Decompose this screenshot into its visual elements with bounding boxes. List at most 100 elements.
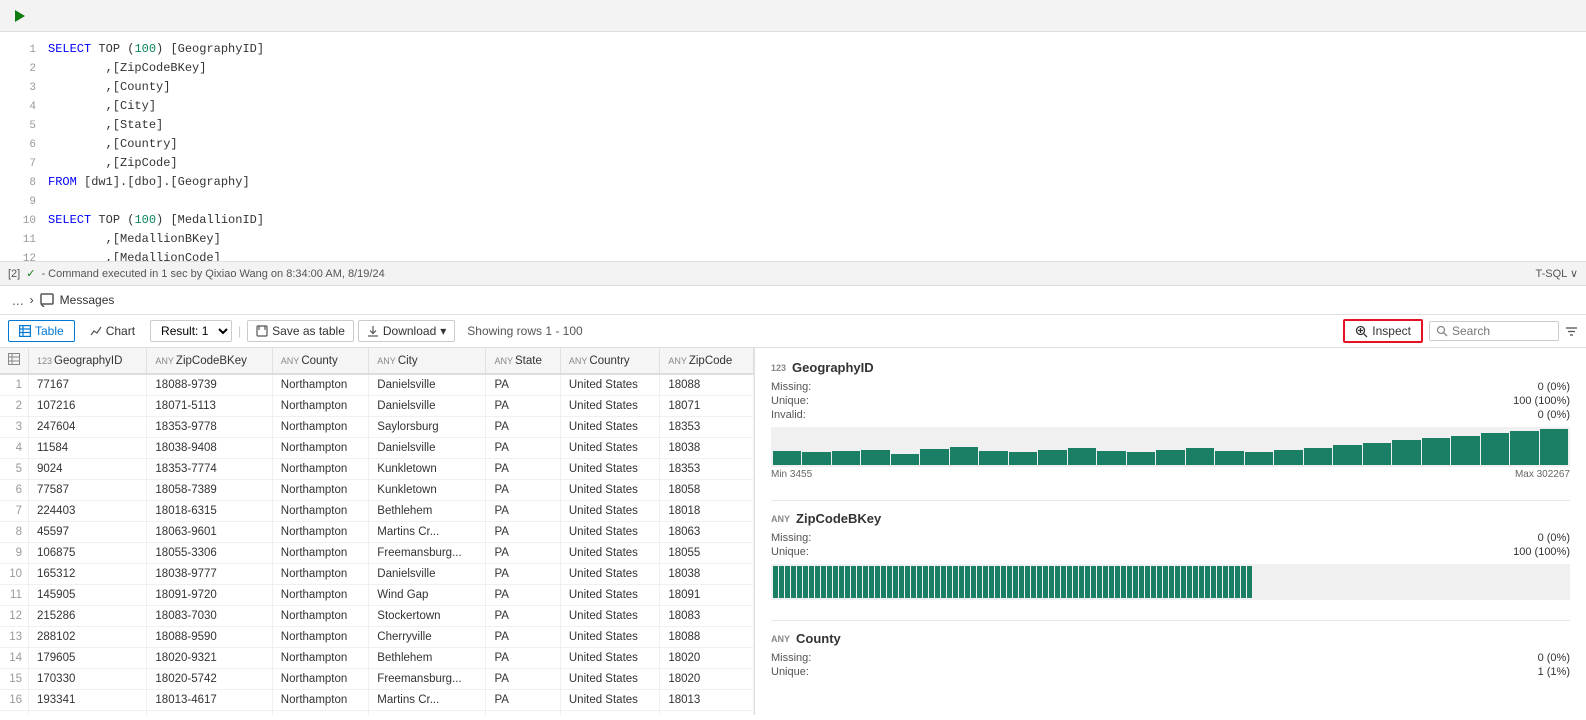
table-cell: PA bbox=[486, 585, 560, 606]
table-cell: Wind Gap bbox=[369, 711, 486, 716]
zipcode-bar bbox=[1079, 566, 1084, 598]
table-cell: Northampton bbox=[272, 564, 369, 585]
zipcode-bar bbox=[1013, 566, 1018, 598]
table-cell: 109766 bbox=[29, 711, 147, 716]
histogram-bar bbox=[832, 451, 860, 465]
result-selector[interactable]: Result: 1 Result: 2 bbox=[150, 320, 232, 342]
table-cell: United States bbox=[560, 543, 659, 564]
inspect-panel: 123 GeographyID Missing: 0 (0%) Unique: … bbox=[755, 348, 1586, 715]
code-line-4: 4 ,[City] bbox=[0, 97, 1586, 116]
table-cell: Northampton bbox=[272, 648, 369, 669]
zipcode-bar bbox=[1061, 566, 1066, 598]
geographyid-unique-row: Unique: 100 (100%) bbox=[771, 395, 1570, 407]
code-line-11: 11 ,[MedallionBKey] bbox=[0, 230, 1586, 249]
table-cell: Freemansburg... bbox=[369, 543, 486, 564]
table-cell: Saylorsburg bbox=[369, 417, 486, 438]
row-number-cell: 8 bbox=[0, 522, 29, 543]
table-cell: 18353 bbox=[660, 459, 754, 480]
histogram-bar bbox=[1363, 443, 1391, 465]
zipcode-bar bbox=[1139, 566, 1144, 598]
zipcode-bar bbox=[785, 566, 790, 598]
status-tag: [2] bbox=[8, 268, 20, 280]
data-table-wrapper[interactable]: 123GeographyID ANYZipCodeBKey ANYCounty … bbox=[0, 348, 755, 715]
data-table: 123GeographyID ANYZipCodeBKey ANYCounty … bbox=[0, 348, 754, 715]
histogram-bar bbox=[1451, 436, 1479, 465]
histogram-bar bbox=[891, 454, 919, 465]
table-cell: 18058 bbox=[660, 480, 754, 501]
table-cell: PA bbox=[486, 417, 560, 438]
table-tab[interactable]: Table bbox=[8, 320, 75, 342]
table-cell: 18013-4617 bbox=[147, 690, 272, 711]
table-header-row: 123GeographyID ANYZipCodeBKey ANYCounty … bbox=[0, 348, 754, 374]
showing-rows-text: Showing rows 1 - 100 bbox=[467, 324, 582, 338]
code-line-8: 8 FROM [dw1].[dbo].[Geography] bbox=[0, 173, 1586, 192]
zipcode-bar bbox=[947, 566, 952, 598]
table-cell: 18063 bbox=[660, 522, 754, 543]
zipcode-bar bbox=[1175, 566, 1180, 598]
zipcode-bar bbox=[965, 566, 970, 598]
table-cell: Northampton bbox=[272, 501, 369, 522]
status-message: - Command executed in 1 sec by Qixiao Wa… bbox=[41, 268, 384, 280]
histogram-bar bbox=[1245, 452, 1273, 465]
code-editor[interactable]: 1 SELECT TOP (100) [GeographyID] 2 ,[Zip… bbox=[0, 32, 1586, 262]
table-cell: 179605 bbox=[29, 648, 147, 669]
histogram-bar bbox=[1068, 448, 1096, 465]
table-cell: PA bbox=[486, 480, 560, 501]
status-check-icon: ✓ bbox=[26, 267, 35, 280]
zipcode-bar bbox=[1073, 566, 1078, 598]
zipcode-bar bbox=[1217, 566, 1222, 598]
table-row: 910687518055-3306NorthamptonFreemansburg… bbox=[0, 543, 754, 564]
zipcode-bar bbox=[887, 566, 892, 598]
table-cell: 18091-9720 bbox=[147, 585, 272, 606]
ellipsis-button[interactable]: ... bbox=[12, 292, 24, 308]
row-number-cell: 11 bbox=[0, 585, 29, 606]
histogram-bar bbox=[1422, 438, 1450, 465]
zipcode-bar bbox=[1199, 566, 1204, 598]
search-box[interactable] bbox=[1429, 321, 1559, 341]
save-as-table-button[interactable]: Save as table bbox=[247, 320, 354, 342]
messages-expand-icon[interactable]: › bbox=[30, 293, 34, 307]
table-cell: PA bbox=[486, 396, 560, 417]
zipcode-bar bbox=[875, 566, 880, 598]
table-cell: Northampton bbox=[272, 543, 369, 564]
table-cell: 18020-9321 bbox=[147, 648, 272, 669]
table-cell: 18018 bbox=[660, 501, 754, 522]
table-row: 1016531218038-9777NorthamptonDanielsvill… bbox=[0, 564, 754, 585]
run-button[interactable] bbox=[8, 4, 32, 28]
histogram-bar bbox=[1215, 451, 1243, 465]
row-number-cell: 17 bbox=[0, 711, 29, 716]
row-number-cell: 12 bbox=[0, 606, 29, 627]
table-cell: 18055 bbox=[660, 543, 754, 564]
search-input[interactable] bbox=[1452, 324, 1552, 338]
row-number-cell: 14 bbox=[0, 648, 29, 669]
chart-tab[interactable]: Chart bbox=[79, 320, 146, 342]
filter-icon[interactable] bbox=[1565, 325, 1578, 338]
zipcode-bar bbox=[1169, 566, 1174, 598]
status-bar: [2] ✓ - Command executed in 1 sec by Qix… bbox=[0, 262, 1586, 286]
code-line-3: 3 ,[County] bbox=[0, 78, 1586, 97]
inspect-button[interactable]: Inspect bbox=[1343, 319, 1423, 343]
row-number-cell: 3 bbox=[0, 417, 29, 438]
table-cell: 18058-7389 bbox=[147, 480, 272, 501]
zipcode-bar bbox=[989, 566, 994, 598]
zipcode-bar bbox=[1043, 566, 1048, 598]
zipcode-bar bbox=[845, 566, 850, 598]
table-cell: 11584 bbox=[29, 438, 147, 459]
zipcode-bar bbox=[935, 566, 940, 598]
table-row: 67758718058-7389NorthamptonKunkletownPAU… bbox=[0, 480, 754, 501]
row-number-cell: 6 bbox=[0, 480, 29, 501]
download-button[interactable]: Download ▾ bbox=[358, 320, 455, 342]
inspect-divider-2 bbox=[771, 620, 1570, 621]
table-cell: Northampton bbox=[272, 417, 369, 438]
table-cell: 288102 bbox=[29, 627, 147, 648]
messages-icon bbox=[40, 293, 54, 307]
language-selector[interactable]: T-SQL ∨ bbox=[1535, 267, 1578, 280]
geographyid-histogram bbox=[771, 427, 1570, 467]
table-row: 324760418353-9778NorthamptonSaylorsburgP… bbox=[0, 417, 754, 438]
table-row: 1517033018020-5742NorthamptonFreemansbur… bbox=[0, 669, 754, 690]
table-cell: United States bbox=[560, 396, 659, 417]
messages-bar: ... › Messages bbox=[0, 286, 1586, 315]
zipcodebkey-unique-row: Unique: 100 (100%) bbox=[771, 546, 1570, 558]
table-cell: PA bbox=[486, 438, 560, 459]
zipcode-bar bbox=[1151, 566, 1156, 598]
